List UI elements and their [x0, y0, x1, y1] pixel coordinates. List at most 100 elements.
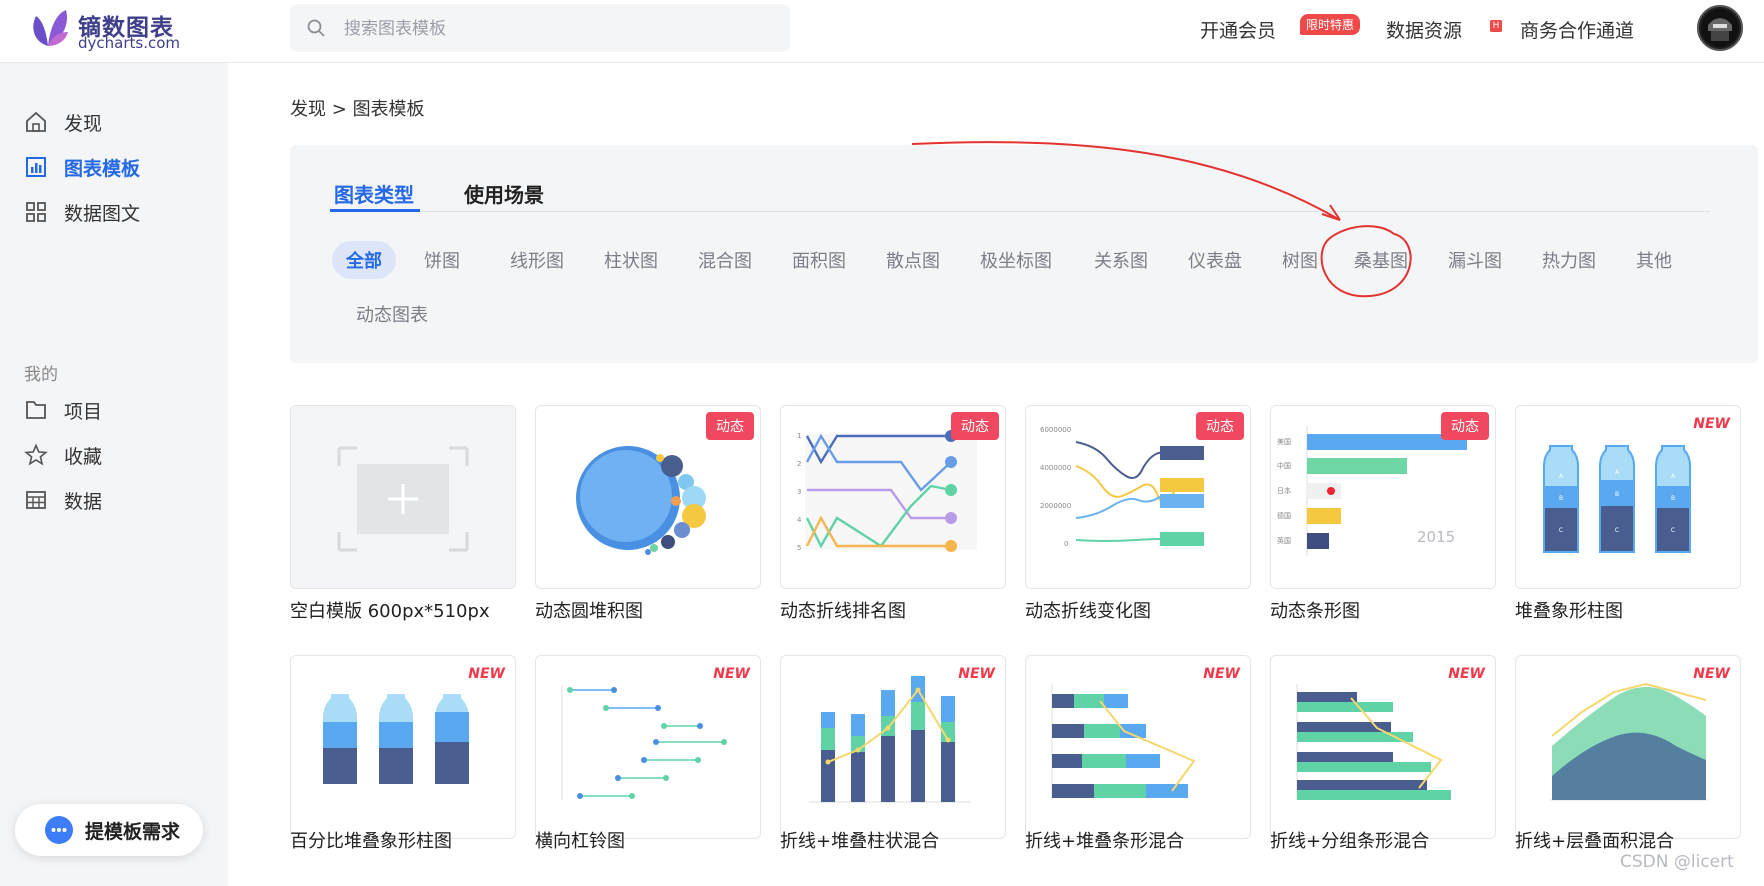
country-label: 中国 — [1277, 461, 1291, 470]
sidebar-item-chart-templates[interactable]: 图表模板 — [24, 150, 214, 184]
chip-tree[interactable]: 树图 — [1268, 241, 1332, 279]
axis-tick: 6000000 — [1040, 426, 1071, 434]
search-box[interactable] — [290, 4, 790, 54]
sidebar-group-label: 我的 — [24, 365, 58, 385]
template-card-line-change[interactable]: 6000000 4000000 2000000 0 动态 — [1025, 405, 1251, 589]
dumbbell-thumbnail — [561, 686, 727, 800]
blank-template-thumbnail — [337, 446, 469, 552]
breadcrumb-current: 图表模板 — [352, 99, 425, 120]
template-card-line-stacked-bar[interactable]: NEW — [1025, 655, 1251, 839]
search-icon — [307, 19, 325, 37]
breadcrumb-separator: > — [331, 99, 347, 120]
percent-pictorial-thumbnail — [323, 694, 469, 784]
sidebar-item-favorites[interactable]: 收藏 — [24, 438, 214, 472]
folder-icon — [26, 401, 46, 419]
tab-usage-scene[interactable]: 使用场景 — [464, 179, 544, 208]
sidebar-item-label: 发现 — [64, 112, 103, 135]
line-layered-area-thumbnail — [1550, 682, 1708, 801]
search-input[interactable] — [342, 4, 776, 54]
grid-icon — [26, 202, 46, 222]
svg-text:C: C — [1615, 527, 1619, 534]
user-avatar-icon — [1701, 9, 1739, 47]
chip-heatmap[interactable]: 热力图 — [1528, 241, 1610, 279]
chip-pie[interactable]: 饼图 — [410, 241, 474, 279]
chip-funnel[interactable]: 漏斗图 — [1434, 241, 1516, 279]
template-card-line-rank[interactable]: 1 2 3 4 5 动态 — [780, 405, 1006, 589]
active-tab-underline — [330, 209, 420, 212]
dynamic-tag: 动态 — [1196, 412, 1244, 440]
new-tag: NEW — [1448, 666, 1485, 682]
template-card-dynamic-bar[interactable]: 美国 中国 日本 德国 英国 2015 动态 — [1270, 405, 1496, 589]
template-card-circle-stack[interactable]: 动态 — [535, 405, 761, 589]
template-title: 动态折线变化图 — [1025, 601, 1151, 622]
template-card-stacked-pictorial[interactable]: A B C A B C A B C NEW — [1515, 405, 1741, 589]
feedback-label: 提模板需求 — [85, 820, 181, 843]
svg-text:1: 1 — [797, 432, 801, 440]
new-tag: NEW — [468, 666, 505, 682]
country-label: 日本 — [1277, 486, 1291, 495]
chip-area[interactable]: 面积图 — [778, 241, 860, 279]
chip-dynamic[interactable]: 动态图表 — [342, 295, 442, 333]
new-tag: NEW — [1693, 666, 1730, 682]
sidebar-item-data-graphics[interactable]: 数据图文 — [24, 195, 214, 229]
breadcrumb: 发现 > 图表模板 — [290, 95, 425, 121]
chip-all[interactable]: 全部 — [332, 241, 396, 279]
axis-tick: 4000000 — [1040, 464, 1071, 472]
svg-text:3: 3 — [797, 488, 801, 496]
chip-mixed[interactable]: 混合图 — [684, 241, 766, 279]
sidebar-item-discover[interactable]: 发现 — [24, 105, 214, 139]
template-card-blank[interactable] — [290, 405, 516, 589]
template-card-line-stacked-column[interactable]: NEW — [780, 655, 1006, 839]
chip-relation[interactable]: 关系图 — [1080, 241, 1162, 279]
brand-logo[interactable]: 镝数图表 dycharts.com — [28, 6, 208, 52]
data-resources-link[interactable]: 数据资源 — [1386, 16, 1462, 43]
dynamic-tag: 动态 — [951, 412, 999, 440]
main-content: 发现 > 图表模板 图表类型 使用场景 全部 饼图 线形图 柱状图 混合图 面积… — [228, 63, 1764, 886]
template-card-line-layered-area[interactable]: NEW — [1515, 655, 1741, 839]
new-tag: NEW — [1203, 666, 1240, 682]
table-icon — [26, 491, 46, 509]
svg-text:C: C — [1559, 527, 1563, 534]
svg-text:C: C — [1671, 527, 1675, 534]
business-cooperation-link[interactable]: 商务合作通道 — [1520, 16, 1634, 43]
sidebar-item-data[interactable]: 数据 — [24, 483, 214, 517]
chip-sankey[interactable]: 桑基图 — [1340, 241, 1422, 279]
resources-badge: H — [1490, 20, 1502, 32]
sidebar: 发现 图表模板 数据图文 我的 项目 收藏 数据 — [0, 63, 229, 886]
chip-bar[interactable]: 柱状图 — [590, 241, 672, 279]
chip-gauge[interactable]: 仪表盘 — [1174, 241, 1256, 279]
template-card-dumbbell[interactable]: NEW — [535, 655, 761, 839]
chart-template-icon — [26, 157, 46, 177]
chip-polar[interactable]: 极坐标图 — [966, 241, 1066, 279]
top-bar: 镝数图表 dycharts.com 开通会员 限时特惠 数据资源 H 商务合作通… — [0, 0, 1764, 63]
svg-text:B: B — [1559, 495, 1563, 502]
template-title: 折线+堆叠条形混合 — [1025, 831, 1185, 852]
home-icon — [26, 111, 46, 132]
bottle-3: A B C — [1655, 445, 1691, 553]
feedback-button[interactable]: 提模板需求 — [15, 804, 203, 856]
sidebar-item-label: 项目 — [64, 400, 103, 423]
chip-other[interactable]: 其他 — [1622, 241, 1686, 279]
avatar[interactable] — [1697, 5, 1743, 51]
filter-panel: 图表类型 使用场景 全部 饼图 线形图 柱状图 混合图 面积图 散点图 极坐标图… — [290, 145, 1758, 363]
template-title: 折线+层叠面积混合 — [1515, 831, 1675, 852]
chip-line[interactable]: 线形图 — [496, 241, 578, 279]
axis-tick: 2000000 — [1040, 502, 1071, 510]
template-card-percent-pictorial[interactable]: NEW — [290, 655, 516, 839]
template-card-line-grouped-bar[interactable]: NEW — [1270, 655, 1496, 839]
template-title: 空白模版 600px*510px — [290, 601, 490, 622]
svg-text:B: B — [1615, 491, 1619, 498]
breadcrumb-root[interactable]: 发现 — [290, 99, 326, 120]
sidebar-item-projects[interactable]: 项目 — [24, 393, 214, 427]
star-icon — [24, 443, 48, 466]
tab-chart-type[interactable]: 图表类型 — [334, 179, 414, 208]
template-title: 折线+堆叠柱状混合 — [780, 831, 940, 852]
line-stacked-column-thumbnail — [809, 676, 971, 803]
chip-scatter[interactable]: 散点图 — [872, 241, 954, 279]
svg-text:5: 5 — [797, 544, 801, 552]
sidebar-item-label: 收藏 — [64, 445, 103, 468]
member-link[interactable]: 开通会员 — [1200, 16, 1276, 43]
sidebar-item-label: 数据 — [64, 490, 103, 513]
new-tag: NEW — [1693, 416, 1730, 432]
brand-subtitle: dycharts.com — [78, 34, 181, 52]
